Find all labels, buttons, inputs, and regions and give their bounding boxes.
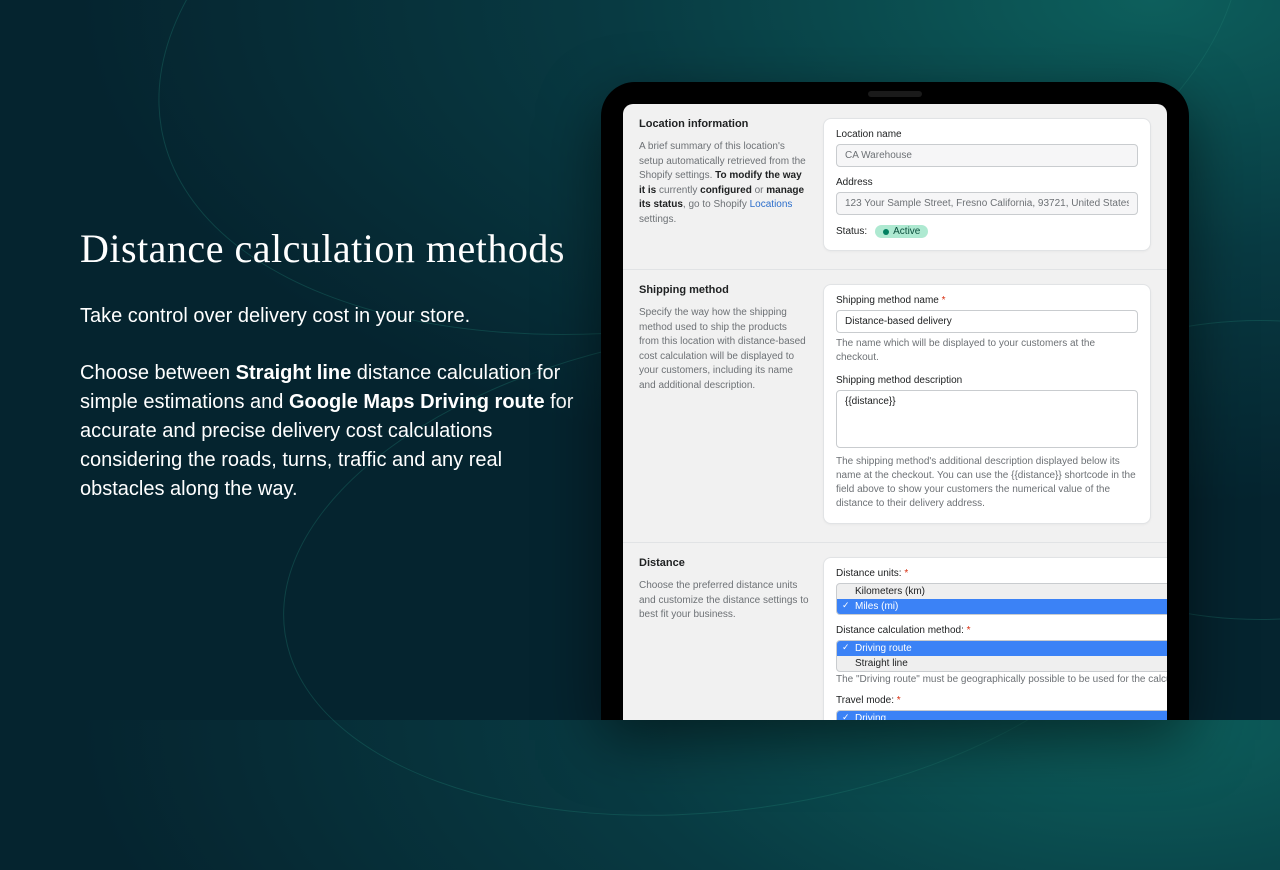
section-desc: Choose the preferred distance units and …	[639, 579, 809, 623]
shipping-name-help: The name which will be displayed to your…	[836, 337, 1138, 365]
section-title: Shipping method	[639, 284, 809, 296]
shipping-desc-help: The shipping method's additional descrip…	[836, 455, 1138, 511]
marketing-title: Distance calculation methods	[80, 225, 580, 272]
shipping-desc-label: Shipping method description	[836, 375, 1138, 386]
location-name-input[interactable]	[836, 144, 1138, 167]
method-select[interactable]: Driving route Straight line	[836, 640, 1167, 672]
marketing-body: Choose between Straight line distance ca…	[80, 359, 580, 504]
shipping-name-input[interactable]	[836, 310, 1138, 333]
section-title: Location information	[639, 118, 809, 130]
app-screen: Location information A brief summary of …	[623, 104, 1167, 720]
section-location: Location information A brief summary of …	[623, 104, 1167, 270]
status-label: Status:	[836, 226, 867, 237]
location-name-label: Location name	[836, 129, 1138, 140]
section-title: Distance	[639, 557, 809, 569]
units-option-km[interactable]: Kilometers (km)	[837, 584, 1167, 599]
address-label: Address	[836, 177, 1138, 188]
mode-select[interactable]: Driving Cycling Walking	[836, 710, 1167, 720]
shipping-name-label: Shipping method name	[836, 295, 1138, 306]
section-desc: Specify the way how the shipping method …	[639, 306, 809, 393]
units-select[interactable]: Kilometers (km) Miles (mi)	[836, 583, 1167, 615]
units-option-mi[interactable]: Miles (mi)	[837, 599, 1167, 614]
address-input[interactable]	[836, 192, 1138, 215]
locations-link[interactable]: Locations	[750, 199, 793, 210]
method-option-straight-line[interactable]: Straight line	[837, 656, 1167, 671]
method-option-driving-route[interactable]: Driving route	[837, 641, 1167, 656]
tablet-frame: Location information A brief summary of …	[601, 82, 1189, 720]
mode-option-driving[interactable]: Driving	[837, 711, 1167, 720]
section-desc: A brief summary of this location's setup…	[639, 140, 809, 227]
status-badge: Active	[875, 225, 928, 238]
marketing-copy: Distance calculation methods Take contro…	[80, 225, 580, 532]
method-help: The "Driving route" must be geographical…	[836, 674, 1167, 685]
method-label: Distance calculation method:	[836, 625, 1167, 636]
section-shipping: Shipping method Specify the way how the …	[623, 270, 1167, 543]
marketing-lead: Take control over delivery cost in your …	[80, 302, 580, 331]
units-label: Distance units:	[836, 568, 1167, 579]
mode-label: Travel mode:	[836, 695, 1167, 706]
shipping-desc-input[interactable]: {{distance}}	[836, 390, 1138, 448]
section-distance: Distance Choose the preferred distance u…	[623, 543, 1167, 720]
